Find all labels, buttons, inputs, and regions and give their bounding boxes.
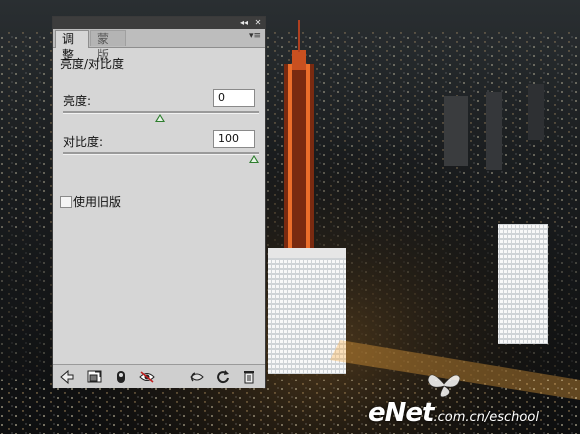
collapse-panel-icon[interactable]: ◂◂ <box>239 18 249 28</box>
use-legacy-checkbox[interactable] <box>60 196 72 208</box>
watermark: eNet.com.cn/eschool <box>368 398 539 428</box>
brightness-slider-thumb[interactable] <box>155 114 165 122</box>
watermark-brand: eNet <box>368 398 434 428</box>
panel-tabs: 调整 蒙版 ▾≡ <box>53 29 265 62</box>
trash-icon[interactable] <box>241 369 257 385</box>
close-icon[interactable]: ✕ <box>253 18 263 28</box>
use-legacy-label: 使用旧版 <box>73 195 122 209</box>
panel-footer <box>53 364 265 388</box>
view-previous-state-icon[interactable] <box>189 369 205 385</box>
brightness-input[interactable]: 0 <box>213 89 255 107</box>
contrast-input[interactable]: 100 <box>213 130 255 148</box>
butterfly-logo-icon <box>427 374 461 398</box>
watermark-url: .com.cn/eschool <box>433 410 539 425</box>
adjustments-panel: ◂◂ ✕ 调整 蒙版 ▾≡ 亮度/对比度 亮度: 0 对比度: 100 使用旧版 <box>52 16 266 388</box>
expand-view-icon[interactable] <box>87 369 103 385</box>
tab-masks[interactable]: 蒙版 <box>90 30 126 62</box>
contrast-slider-track[interactable] <box>63 152 259 155</box>
clip-to-layer-icon[interactable] <box>113 369 129 385</box>
brightness-label: 亮度: <box>63 94 92 108</box>
tab-adjustments[interactable]: 调整 <box>55 30 89 62</box>
panel-title: 亮度/对比度 <box>60 57 125 71</box>
panel-menu-icon[interactable]: ▾≡ <box>249 31 261 41</box>
contrast-label: 对比度: <box>63 135 104 149</box>
contrast-slider-thumb[interactable] <box>249 155 259 163</box>
visibility-eye-icon[interactable] <box>139 369 155 385</box>
back-arrow-icon[interactable] <box>59 369 75 385</box>
reset-icon[interactable] <box>215 369 231 385</box>
panel-titlebar: ◂◂ ✕ <box>53 17 265 29</box>
